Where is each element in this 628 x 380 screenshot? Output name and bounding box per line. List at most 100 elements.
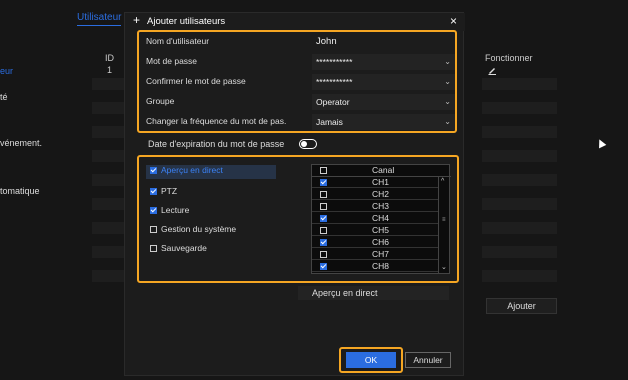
checkbox-icon[interactable] bbox=[150, 167, 157, 174]
group-select[interactable]: Operator ⌄ bbox=[312, 94, 455, 110]
permission-system[interactable]: Gestion du système bbox=[150, 224, 236, 234]
checkbox-icon[interactable] bbox=[150, 245, 157, 252]
table-cell-id: 1 bbox=[106, 65, 112, 75]
chevron-down-icon: ⌄ bbox=[444, 117, 451, 126]
group-label: Groupe bbox=[146, 96, 175, 106]
password-frequency-select[interactable]: Jamais ⌄ bbox=[312, 114, 455, 130]
channel-row[interactable]: CH4 bbox=[312, 213, 438, 224]
channel-table-header: Canal bbox=[312, 165, 451, 177]
channel-name: CH7 bbox=[372, 249, 390, 259]
username-row: Nom d'utilisateur John bbox=[138, 33, 456, 53]
expiry-label: Date d'expiration du mot de passe bbox=[148, 139, 285, 149]
sidebar: eur té vénement. tomatique bbox=[0, 0, 62, 380]
channel-name: CH5 bbox=[372, 225, 390, 235]
channel-scrollbar[interactable]: ^ ≡ ⌄ bbox=[438, 177, 449, 274]
permission-live-view[interactable]: Aperçu en direct bbox=[146, 165, 276, 179]
checkbox-icon[interactable] bbox=[320, 251, 327, 258]
password-field[interactable]: *********** ⌄ bbox=[312, 54, 455, 70]
channel-name: CH2 bbox=[372, 189, 390, 199]
checkbox-icon[interactable] bbox=[320, 263, 327, 270]
username-field[interactable]: John bbox=[312, 34, 455, 50]
chevron-down-icon: ⌄ bbox=[444, 77, 451, 86]
sidebar-item-auto[interactable]: tomatique bbox=[0, 186, 40, 196]
channel-row[interactable]: CH2 bbox=[312, 189, 438, 200]
permission-label: Gestion du système bbox=[161, 224, 237, 234]
permission-backup[interactable]: Sauvegarde bbox=[150, 243, 207, 253]
channel-row[interactable]: CH6 bbox=[312, 237, 438, 248]
expiry-toggle[interactable] bbox=[299, 139, 317, 149]
group-row: Groupe Operator ⌄ bbox=[138, 93, 456, 113]
permission-label: Sauvegarde bbox=[161, 243, 207, 253]
channel-name: CH8 bbox=[372, 261, 390, 271]
checkbox-icon[interactable] bbox=[320, 179, 327, 186]
chevron-up-icon[interactable]: ^ bbox=[441, 178, 444, 185]
sidebar-item-security[interactable]: té bbox=[0, 92, 8, 102]
checkbox-icon[interactable] bbox=[150, 226, 157, 233]
table-row bbox=[482, 222, 557, 234]
username-label: Nom d'utilisateur bbox=[146, 36, 210, 46]
checkbox-icon[interactable] bbox=[320, 239, 327, 246]
add-button[interactable]: Ajouter bbox=[486, 298, 557, 314]
select-all-checkbox[interactable] bbox=[320, 167, 327, 174]
confirm-password-label: Confirmer le mot de passe bbox=[146, 76, 246, 86]
chevron-down-icon[interactable]: ⌄ bbox=[441, 263, 447, 271]
permission-label: PTZ bbox=[161, 186, 178, 196]
password-frequency-row: Changer la fréquence du mot de pas. Jama… bbox=[138, 113, 456, 133]
table-row bbox=[92, 222, 127, 234]
sidebar-item-users[interactable]: eur bbox=[0, 66, 13, 76]
channel-header-label: Canal bbox=[372, 165, 395, 175]
permission-label: Lecture bbox=[161, 205, 190, 215]
checkbox-icon[interactable] bbox=[320, 203, 327, 210]
password-label: Mot de passe bbox=[146, 56, 198, 66]
dialog-header: + Ajouter utilisateurs × bbox=[125, 13, 465, 31]
channel-name: CH4 bbox=[372, 213, 390, 223]
table-row bbox=[92, 270, 127, 282]
channel-name: CH3 bbox=[372, 201, 390, 211]
confirm-password-row: Confirmer le mot de passe *********** ⌄ bbox=[138, 73, 456, 93]
table-row bbox=[92, 126, 127, 138]
table-row bbox=[482, 270, 557, 282]
table-row bbox=[92, 150, 127, 162]
channel-row[interactable]: CH7 bbox=[312, 249, 438, 260]
channel-row[interactable]: CH1 bbox=[312, 177, 438, 188]
pencil-icon[interactable] bbox=[488, 66, 497, 77]
channel-row[interactable]: CH3 bbox=[312, 201, 438, 212]
sidebar-item-events[interactable]: vénement. bbox=[0, 138, 42, 148]
chevron-down-icon: ⌄ bbox=[444, 97, 451, 106]
channel-row[interactable]: CH5 bbox=[312, 225, 438, 236]
plus-icon: + bbox=[133, 13, 141, 27]
table-row bbox=[92, 198, 127, 210]
cancel-button[interactable]: Annuler bbox=[405, 352, 451, 368]
channel-row[interactable]: CH8 bbox=[312, 261, 438, 272]
checkbox-icon[interactable] bbox=[150, 207, 157, 214]
tab-utilisateur[interactable]: Utilisateur bbox=[77, 12, 122, 26]
table-row bbox=[92, 102, 127, 114]
channel-table: Canal CH1 CH2 CH3 CH4 CH5 CH6 CH7 CH8 ^ … bbox=[311, 164, 451, 274]
table-row bbox=[92, 246, 127, 258]
table-row bbox=[482, 174, 557, 186]
channel-name: CH1 bbox=[372, 177, 390, 187]
checkbox-icon[interactable] bbox=[150, 188, 157, 195]
ok-button[interactable]: OK bbox=[346, 352, 396, 368]
table-row bbox=[482, 150, 557, 162]
table-row bbox=[482, 246, 557, 258]
toggle-knob bbox=[301, 141, 307, 147]
checkbox-icon[interactable] bbox=[320, 215, 327, 222]
password-frequency-label: Changer la fréquence du mot de pas. bbox=[146, 116, 287, 126]
selected-permission-label: Aperçu en direct bbox=[298, 286, 449, 300]
permission-ptz[interactable]: PTZ bbox=[150, 186, 177, 196]
permission-playback[interactable]: Lecture bbox=[150, 205, 189, 215]
permission-label: Aperçu en direct bbox=[161, 165, 223, 175]
channel-name: CH6 bbox=[372, 237, 390, 247]
table-header-action: Fonctionner bbox=[485, 53, 533, 63]
close-icon[interactable]: × bbox=[450, 14, 457, 28]
checkbox-icon[interactable] bbox=[320, 191, 327, 198]
scroll-grip-icon[interactable]: ≡ bbox=[442, 217, 446, 223]
table-row bbox=[482, 78, 557, 90]
table-row bbox=[482, 102, 557, 114]
checkbox-icon[interactable] bbox=[320, 227, 327, 234]
table-row bbox=[92, 78, 127, 90]
table-row bbox=[92, 174, 127, 186]
table-row bbox=[482, 198, 557, 210]
confirm-password-field[interactable]: *********** ⌄ bbox=[312, 74, 455, 90]
